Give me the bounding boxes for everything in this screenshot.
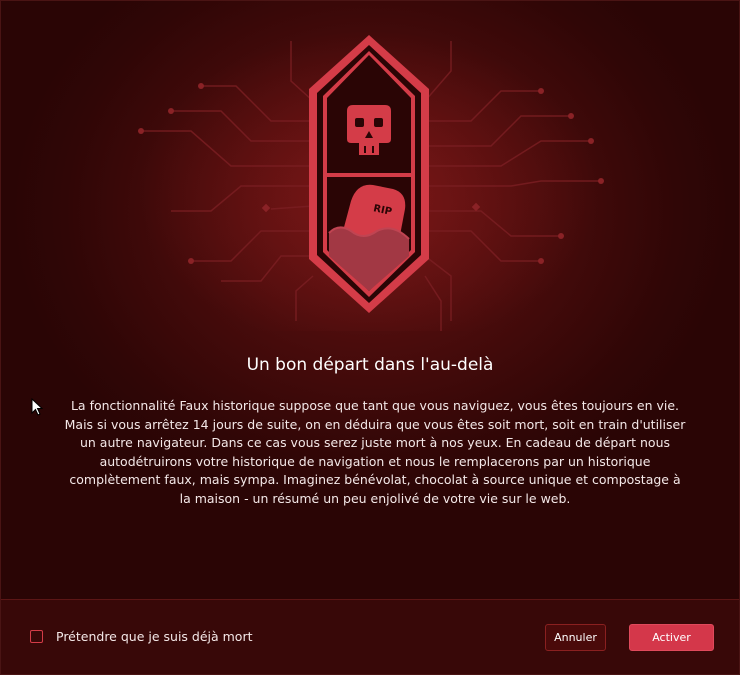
pretend-dead-label[interactable]: Prétendre que je suis déjà mort: [56, 629, 253, 644]
mouse-cursor-icon: [31, 398, 43, 416]
cancel-button[interactable]: Annuler: [545, 624, 606, 651]
activate-button[interactable]: Activer: [629, 624, 714, 651]
dialog-description: La fonctionnalité Faux historique suppos…: [64, 398, 686, 506]
dialog-title: Un bon départ dans l'au-delà: [246, 355, 494, 375]
pretend-dead-checkbox[interactable]: [30, 630, 43, 643]
illustration: RIP: [138, 31, 604, 331]
dialog: RIP Un bon départ dans l'au-delà La fonc…: [0, 0, 740, 675]
dialog-footer: Prétendre que je suis déjà mort Annuler …: [1, 600, 739, 674]
pretend-dead-option[interactable]: Prétendre que je suis déjà mort: [30, 629, 253, 644]
